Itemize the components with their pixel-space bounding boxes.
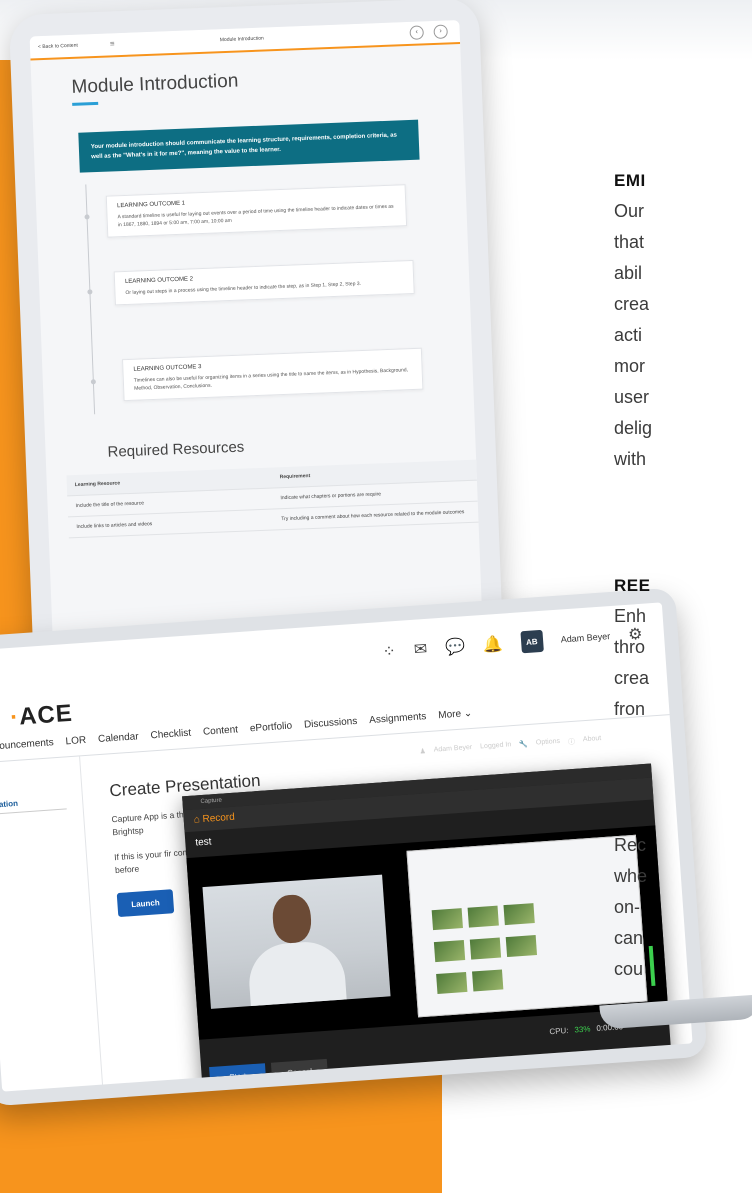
user-icon: ♟ — [419, 748, 427, 756]
right-text-block-1: EMI Our that abil crea acti mor user del… — [614, 165, 652, 475]
nav-item-calendar[interactable]: Calendar — [98, 731, 139, 745]
cpu-value: 33% — [574, 1024, 591, 1035]
timeline-dot — [87, 289, 93, 295]
nav-item-announcements[interactable]: nnouncements — [0, 737, 54, 753]
video-preview — [186, 825, 668, 1040]
text-line: with — [614, 449, 647, 469]
text-line: thro — [614, 637, 646, 657]
start-button[interactable]: Start — [209, 1063, 267, 1090]
mail-icon[interactable]: ✉ — [413, 639, 428, 660]
nav-item-content[interactable]: Content — [203, 724, 239, 737]
text-line: crea — [614, 294, 650, 314]
text-line: whe — [614, 866, 648, 886]
sidebar-item-presentation[interactable]: tation — [0, 795, 67, 815]
back-to-content-link[interactable]: < Back to Content — [38, 43, 78, 51]
audio-level-meter — [648, 945, 656, 987]
text-line: on- — [614, 897, 641, 917]
user-name[interactable]: Adam Beyer — [560, 631, 610, 644]
text-line: Our — [614, 201, 645, 221]
text-line: abil — [614, 263, 643, 283]
intro-banner: Your module introduction should communic… — [78, 119, 420, 173]
text-line: fron — [614, 699, 646, 719]
next-icon[interactable]: › — [433, 24, 448, 39]
header-icon-row: ⁘ ✉ 💬 🔔 AB Adam Beyer ⚙ — [382, 622, 644, 664]
info-icon[interactable]: ⓘ — [568, 737, 576, 747]
learning-outcome-card: LEARNING OUTCOME 3 Timelines can also be… — [122, 347, 424, 402]
brand-logo: ·ACE — [9, 699, 74, 732]
thumbnail — [469, 937, 502, 960]
resources-title: Required Resources — [107, 438, 245, 461]
person-body — [246, 939, 348, 1009]
capture-user: Adam Beyer — [433, 743, 473, 754]
thumbnail — [467, 905, 499, 928]
thumbnail — [433, 940, 466, 963]
thumbnail — [505, 935, 538, 958]
cpu-label: CPU: — [549, 1025, 569, 1037]
text-line: delig — [614, 418, 653, 438]
timeline-dot — [84, 214, 90, 220]
nav-item-more[interactable]: More ⌄ — [438, 708, 473, 721]
nav-item-lor[interactable]: LOR — [65, 735, 86, 747]
waffle-icon[interactable]: ⁘ — [382, 641, 397, 662]
section-heading: EMI — [614, 171, 646, 190]
text-line: Enh — [614, 606, 647, 626]
webcam-feed — [202, 874, 391, 1009]
laptop-screen: ⁘ ✉ 💬 🔔 AB Adam Beyer ⚙ ·ACE nnouncement… — [0, 602, 693, 1092]
text-line: acti — [614, 325, 643, 345]
learning-outcome-card: LEARNING OUTCOME 2 Or laying out steps i… — [113, 259, 415, 306]
launch-button[interactable]: Launch — [116, 889, 175, 918]
nav-item-discussions[interactable]: Discussions — [304, 716, 358, 731]
screen-share-preview — [406, 834, 648, 1018]
tablet-screen: < Back to Content ≡ Module Introduction … — [29, 19, 485, 693]
recording-name[interactable]: test — [195, 836, 212, 848]
text-line: crea — [614, 668, 650, 688]
timeline-dot — [90, 379, 96, 385]
wrench-icon[interactable]: 🔧 — [519, 740, 528, 751]
nav-item-eportfolio[interactable]: ePortfolio — [250, 721, 293, 735]
page-title: Module Introduction — [71, 70, 239, 98]
chevron-down-icon: ⌄ — [463, 707, 473, 720]
sidebar: tation — [0, 756, 104, 1092]
nav-item-assignments[interactable]: Assignments — [369, 711, 427, 726]
thumbnail — [503, 903, 535, 926]
tablet-top-bar: < Back to Content ≡ Module Introduction … — [29, 19, 461, 61]
page-label: Module Introduction — [219, 35, 264, 44]
bell-icon[interactable]: 🔔 — [482, 634, 503, 655]
text-line: can — [614, 928, 644, 948]
title-underline — [72, 101, 99, 106]
previous-icon[interactable]: ‹ — [409, 25, 424, 40]
text-line: cou — [614, 959, 644, 979]
capture-window: Capture ⌂ Record test CPU: 33% 0:00:00 S… — [182, 763, 672, 1092]
right-text-block-3: Rec whe on- can cou — [614, 830, 647, 985]
text-line: user — [614, 387, 650, 407]
home-icon[interactable]: ⌂ — [193, 814, 200, 825]
thumbnail — [436, 971, 468, 994]
record-label: Record — [202, 811, 236, 825]
text-line: mor — [614, 356, 645, 376]
cancel-button[interactable]: Cancel — [270, 1058, 329, 1085]
avatar[interactable]: AB — [520, 629, 544, 654]
right-text-block-2: REE Enh thro crea fron — [614, 570, 650, 725]
chat-icon[interactable]: 💬 — [444, 636, 466, 657]
nav-item-checklist[interactable]: Checklist — [150, 728, 191, 742]
about-button[interactable]: About — [583, 735, 602, 746]
resources-table: Learning Resource Requirement Include th… — [66, 459, 479, 539]
learning-outcome-card: LEARNING OUTCOME 1 A standard timeline i… — [105, 184, 408, 238]
thumbnail — [472, 969, 504, 992]
capture-top-bar: ♟ Adam Beyer Logged In 🔧 Options ⓘ About — [419, 735, 601, 758]
person-head — [271, 893, 313, 945]
logged-in-status: Logged In — [479, 741, 512, 751]
menu-icon[interactable]: ≡ — [110, 39, 115, 48]
text-line: that — [614, 232, 645, 252]
text-line: Rec — [614, 835, 647, 855]
thumbnail — [431, 908, 463, 931]
options-button[interactable]: Options — [536, 738, 561, 750]
section-heading: REE — [614, 576, 651, 595]
laptop-device: ⁘ ✉ 💬 🔔 AB Adam Beyer ⚙ ·ACE nnouncement… — [0, 587, 708, 1107]
